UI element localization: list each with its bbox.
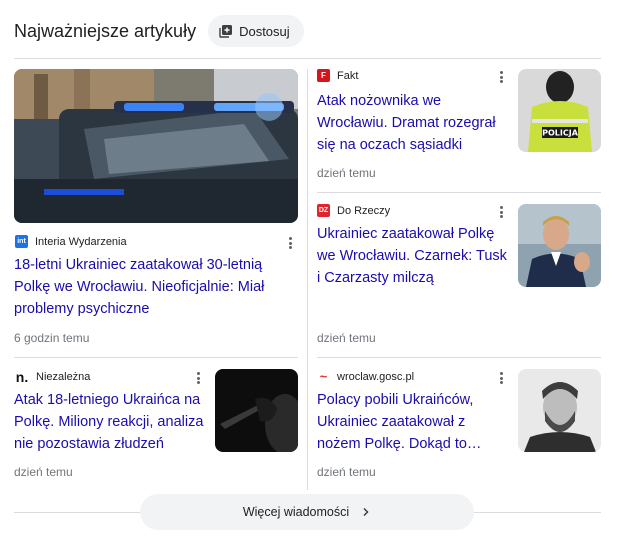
source-name: Niezależna xyxy=(36,370,91,383)
fakt-icon: F xyxy=(317,69,330,82)
gosc-icon: ~ xyxy=(317,370,330,383)
niezalezna-icon: n. xyxy=(15,368,29,385)
article-time: dzień temu xyxy=(317,465,376,479)
article-headline[interactable]: Atak nożownika we Wrocławiu. Dramat roze… xyxy=(317,90,507,156)
source-name: Do Rzeczy xyxy=(337,204,391,217)
header-divider xyxy=(14,58,601,59)
section-title: Najważniejsze artykuły xyxy=(14,20,197,41)
source-name: Fakt xyxy=(337,69,359,82)
more-options-icon[interactable] xyxy=(496,69,506,85)
article-source[interactable]: int Interia Wydarzenia xyxy=(15,235,127,248)
row-divider xyxy=(317,192,601,193)
article-headline[interactable]: Polacy pobili Ukraińców, Ukrainiec zaata… xyxy=(317,389,512,455)
article-source[interactable]: F Fakt xyxy=(317,69,358,82)
more-options-icon[interactable] xyxy=(285,235,295,251)
article-source[interactable]: DZ Do Rzeczy xyxy=(317,204,390,217)
source-name: wroclaw.gosc.pl xyxy=(337,370,415,383)
interia-icon: int xyxy=(15,235,28,248)
article-headline[interactable]: Atak 18-letniego Ukraińca na Polkę. Mili… xyxy=(14,389,204,455)
more-news-button[interactable]: Więcej wiadomości xyxy=(140,494,474,530)
knife-silhouette-image xyxy=(215,369,298,452)
customize-button[interactable]: Dostosuj xyxy=(208,15,304,47)
customize-icon xyxy=(219,25,233,38)
article-image[interactable] xyxy=(518,369,601,452)
article-time: dzień temu xyxy=(317,166,376,180)
police-vest-image: POLICJA xyxy=(518,69,601,152)
vest-text: POLICJA xyxy=(542,129,579,138)
column-divider xyxy=(307,69,308,490)
article-time: 6 godzin temu xyxy=(14,331,90,345)
more-news-label: Więcej wiadomości xyxy=(242,505,350,519)
chevron-right-icon xyxy=(363,507,369,517)
politician-portrait-image xyxy=(518,204,601,287)
more-options-icon[interactable] xyxy=(193,370,203,386)
customize-label: Dostosuj xyxy=(239,23,290,39)
article-time: dzień temu xyxy=(14,465,73,479)
article-source[interactable]: ~ wroclaw.gosc.pl xyxy=(317,370,414,383)
top-stories-header: Najważniejsze artykuły Dostosuj xyxy=(14,14,304,48)
dorzeczy-icon: DZ xyxy=(317,204,330,217)
row-divider xyxy=(14,357,298,358)
police-car-image xyxy=(14,69,298,223)
article-source[interactable]: n. Niezależna xyxy=(15,368,91,385)
article-headline[interactable]: Ukrainiec zaatakował Polkę we Wrocławiu.… xyxy=(317,223,512,289)
article-image[interactable] xyxy=(518,204,601,287)
more-options-icon[interactable] xyxy=(496,370,506,386)
bearded-man-image xyxy=(518,369,601,452)
article-headline[interactable]: 18-letni Ukrainiec zaatakował 30-letnią … xyxy=(14,254,284,320)
source-name: Interia Wydarzenia xyxy=(35,235,127,248)
article-image[interactable] xyxy=(14,69,298,223)
article-time: dzień temu xyxy=(317,331,376,345)
article-image[interactable] xyxy=(215,369,298,452)
more-options-icon[interactable] xyxy=(496,204,506,220)
row-divider xyxy=(317,357,601,358)
article-image[interactable]: POLICJA xyxy=(518,69,601,152)
